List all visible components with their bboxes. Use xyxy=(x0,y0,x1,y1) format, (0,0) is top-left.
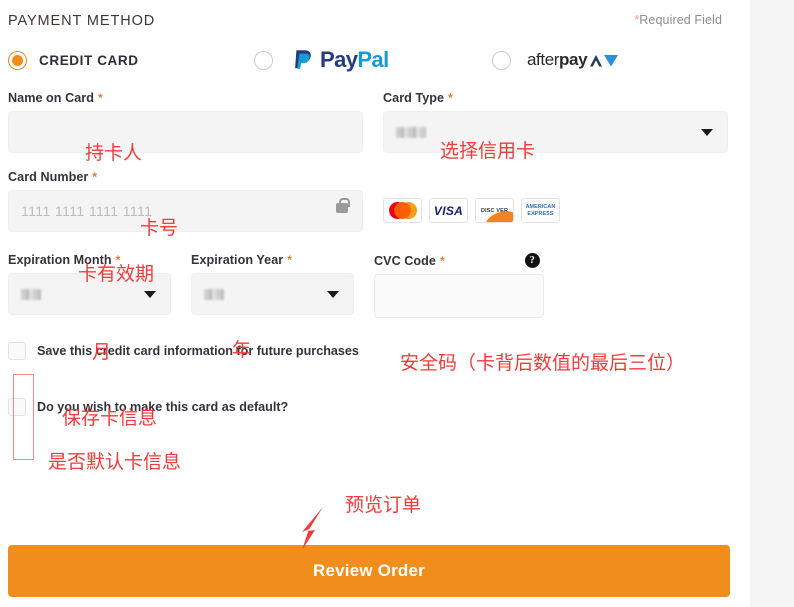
checkbox-default-card[interactable] xyxy=(8,398,26,416)
radio-credit-card[interactable] xyxy=(8,50,27,70)
radio-afterpay[interactable] xyxy=(492,50,511,70)
payment-option-afterpay[interactable]: afterpay xyxy=(492,50,619,70)
afterpay-logo: afterpay xyxy=(527,50,619,70)
label-expiration-year: Expiration Year * xyxy=(191,253,292,267)
required-field-label: Required Field xyxy=(639,13,722,27)
amex-logo: AMERICAN EXPRESS xyxy=(521,198,560,223)
payment-method-header: PAYMENT METHOD *Required Field xyxy=(8,0,738,29)
payment-option-credit-card[interactable]: CREDIT CARD xyxy=(8,50,254,70)
label-expiration-month: Expiration Month * xyxy=(8,253,121,267)
payment-option-label-credit-card: CREDIT CARD xyxy=(39,52,139,68)
checkbox-save-card[interactable] xyxy=(8,342,26,360)
card-number-placeholder: 1111 1111 1111 1111 xyxy=(21,203,153,219)
review-order-button[interactable]: Review Order xyxy=(8,545,730,597)
label-cvc-code: CVC Code * ? xyxy=(374,253,544,268)
chevron-down-icon xyxy=(701,129,713,136)
mastercard-logo xyxy=(383,198,422,223)
expiration-month-select[interactable] xyxy=(8,273,171,315)
paypal-wordmark: PayPal xyxy=(320,47,389,72)
cvc-code-input[interactable] xyxy=(374,274,544,318)
expiration-year-value xyxy=(204,288,224,300)
chevron-down-icon xyxy=(144,291,156,298)
radio-paypal[interactable] xyxy=(254,50,273,70)
card-type-select[interactable] xyxy=(383,111,728,153)
card-type-value xyxy=(396,126,426,138)
checkout-payment-page: PAYMENT METHOD *Required Field CREDIT CA… xyxy=(0,0,750,607)
checkbox-label-save-card: Save this credit card information for fu… xyxy=(37,344,359,358)
label-card-number: Card Number * xyxy=(8,170,98,184)
label-card-type: Card Type * xyxy=(383,91,453,105)
save-card-checkbox-row[interactable]: Save this credit card information for fu… xyxy=(8,342,738,360)
lock-icon xyxy=(336,198,350,213)
discover-logo: DISC VER xyxy=(475,198,514,223)
paypal-logo: PayPal xyxy=(289,47,389,73)
name-on-card-input[interactable] xyxy=(8,111,363,153)
expiration-year-select[interactable] xyxy=(191,273,354,315)
required-field-note: *Required Field xyxy=(634,13,738,27)
checkbox-label-default-card: Do you wish to make this card as default… xyxy=(37,400,289,414)
afterpay-wordmark: afterpay xyxy=(527,50,588,69)
visa-logo: VISA xyxy=(429,198,468,223)
page-title: PAYMENT METHOD xyxy=(8,13,156,29)
accepted-card-logos: VISA DISC VER AMERICAN EXPRESS xyxy=(383,198,560,223)
label-name-on-card: Name on Card * xyxy=(8,91,103,105)
default-card-checkbox-row[interactable]: Do you wish to make this card as default… xyxy=(8,398,738,416)
help-icon[interactable]: ? xyxy=(524,253,540,268)
right-gutter xyxy=(750,0,794,607)
payment-method-options: CREDIT CARD PayPal afterpay xyxy=(8,45,738,75)
expiration-month-value xyxy=(21,288,41,300)
afterpay-mark-icon xyxy=(590,54,619,66)
card-number-input[interactable]: 1111 1111 1111 1111 xyxy=(8,190,363,232)
paypal-mark-icon xyxy=(295,50,311,69)
payment-option-paypal[interactable]: PayPal xyxy=(254,47,492,73)
chevron-down-icon xyxy=(327,291,339,298)
